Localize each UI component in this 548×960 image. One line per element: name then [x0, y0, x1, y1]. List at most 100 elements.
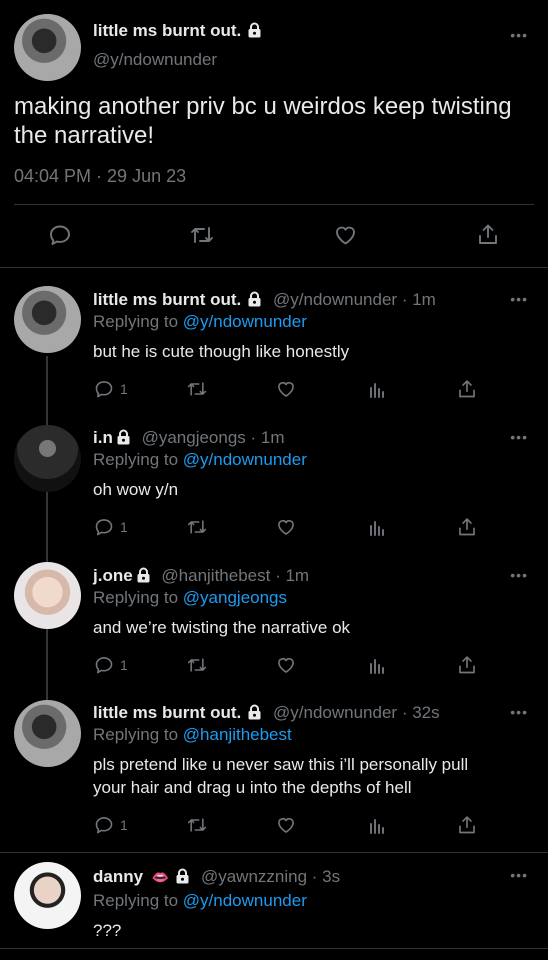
replying-label: Replying to — [93, 450, 179, 469]
reply-icon — [50, 225, 70, 245]
tweet-timestamp[interactable]: 04:04 PM · 29 Jun 23 — [14, 166, 186, 187]
reply-button[interactable] — [48, 223, 72, 247]
retweet-button[interactable] — [185, 815, 209, 835]
reply-button[interactable]: 1 — [93, 655, 128, 675]
share-icon — [479, 224, 497, 244]
replying-to-link[interactable]: @hanjithebest — [183, 725, 292, 744]
timestamp[interactable]: · 3s — [312, 867, 340, 886]
more-options-icon[interactable]: ••• — [510, 291, 528, 307]
display-name[interactable]: little ms burnt out. — [93, 21, 241, 40]
reply-button[interactable]: 1 — [93, 517, 128, 537]
divider — [0, 948, 548, 949]
avatar[interactable] — [14, 286, 81, 353]
reply-button[interactable]: 1 — [93, 815, 128, 835]
more-options-icon[interactable]: ••• — [510, 704, 528, 720]
retweet-icon — [191, 227, 213, 243]
analytics-button[interactable] — [367, 517, 387, 537]
lock-icon — [247, 704, 262, 726]
more-options-icon[interactable]: ••• — [510, 867, 528, 883]
heart-icon — [336, 226, 355, 245]
display-name[interactable]: i.n — [93, 428, 113, 447]
retweet-button[interactable] — [185, 517, 209, 537]
more-options-icon[interactable]: ••• — [510, 567, 528, 583]
retweet-button[interactable] — [185, 379, 209, 399]
analytics-icon — [370, 819, 384, 834]
share-icon — [459, 518, 475, 536]
handle[interactable]: @yawnzzning — [201, 867, 307, 886]
analytics-button[interactable] — [367, 815, 387, 835]
retweet-button[interactable] — [189, 223, 215, 247]
handle[interactable]: @y/ndownunder — [273, 290, 397, 309]
handle[interactable]: @hanjithebest — [161, 566, 270, 585]
handle[interactable]: @y/ndownunder — [93, 49, 217, 71]
lock-icon — [247, 22, 262, 44]
share-button[interactable] — [476, 222, 500, 247]
avatar[interactable] — [14, 562, 81, 629]
divider — [0, 852, 548, 853]
lock-icon — [116, 429, 131, 451]
reply-icon — [95, 817, 113, 834]
reply-icon — [95, 519, 113, 536]
like-button[interactable] — [275, 517, 297, 537]
replying-to-link[interactable]: @y/ndownunder — [183, 312, 307, 331]
share-button[interactable] — [456, 516, 478, 538]
retweet-icon — [187, 520, 207, 534]
share-icon — [459, 816, 475, 834]
replying-to-link[interactable]: @y/ndownunder — [183, 891, 307, 910]
tweet-header: little ms burnt out. — [93, 20, 262, 44]
reply-button[interactable]: 1 — [93, 379, 128, 399]
analytics-button[interactable] — [367, 379, 387, 399]
timestamp[interactable]: · 32s — [402, 703, 440, 722]
analytics-icon — [370, 521, 384, 536]
display-name[interactable]: danny — [93, 867, 143, 886]
share-button[interactable] — [456, 378, 478, 400]
timestamp[interactable]: · 1m — [251, 428, 285, 447]
reply-text-line: pls pretend like u never saw this i’ll p… — [93, 755, 469, 774]
like-button[interactable] — [275, 815, 297, 835]
retweet-button[interactable] — [185, 655, 209, 675]
reply-count: 1 — [120, 817, 128, 833]
more-options-icon[interactable]: ••• — [510, 27, 528, 43]
avatar[interactable] — [14, 700, 81, 767]
lock-icon — [175, 868, 190, 890]
reply-icon — [95, 381, 113, 398]
retweet-icon — [187, 818, 207, 832]
avatar[interactable] — [14, 425, 81, 492]
like-button[interactable] — [275, 655, 297, 675]
reply-count: 1 — [120, 519, 128, 535]
analytics-icon — [370, 383, 384, 398]
heart-icon — [278, 818, 294, 833]
like-button[interactable] — [333, 223, 358, 247]
analytics-button[interactable] — [367, 655, 387, 675]
reply-text-line: your hair and drag u into the depths of … — [93, 778, 412, 797]
lips-emoji: 👄 — [151, 869, 170, 885]
reply-count: 1 — [120, 657, 128, 673]
timestamp[interactable]: · 1m — [402, 290, 436, 309]
replying-to-link[interactable]: @yangjeongs — [183, 588, 287, 607]
reply-count: 1 — [120, 381, 128, 397]
handle[interactable]: @y/ndownunder — [273, 703, 397, 722]
reply-text: and we’re twisting the narrative ok — [93, 618, 351, 637]
more-options-icon[interactable]: ••• — [510, 429, 528, 445]
share-button[interactable] — [456, 814, 478, 836]
replying-label: Replying to — [93, 312, 179, 331]
timestamp[interactable]: · 1m — [275, 566, 309, 585]
handle[interactable]: @yangjeongs — [142, 428, 246, 447]
reply-text: but he is cute though like honestly — [93, 342, 350, 361]
share-button[interactable] — [456, 654, 478, 676]
lock-icon — [136, 567, 151, 589]
display-name[interactable]: little ms burnt out. — [93, 290, 241, 309]
reply-icon — [95, 657, 113, 674]
analytics-icon — [370, 659, 384, 674]
avatar[interactable] — [14, 862, 81, 929]
avatar[interactable] — [14, 14, 81, 81]
display-name[interactable]: j.one — [93, 566, 133, 585]
like-button[interactable] — [275, 379, 297, 399]
replying-to-link[interactable]: @y/ndownunder — [183, 450, 307, 469]
display-name[interactable]: little ms burnt out. — [93, 703, 241, 722]
heart-icon — [278, 658, 294, 673]
share-icon — [459, 656, 475, 674]
replying-label: Replying to — [93, 891, 179, 910]
share-icon — [459, 380, 475, 398]
reply-text: oh wow y/n — [93, 480, 179, 499]
